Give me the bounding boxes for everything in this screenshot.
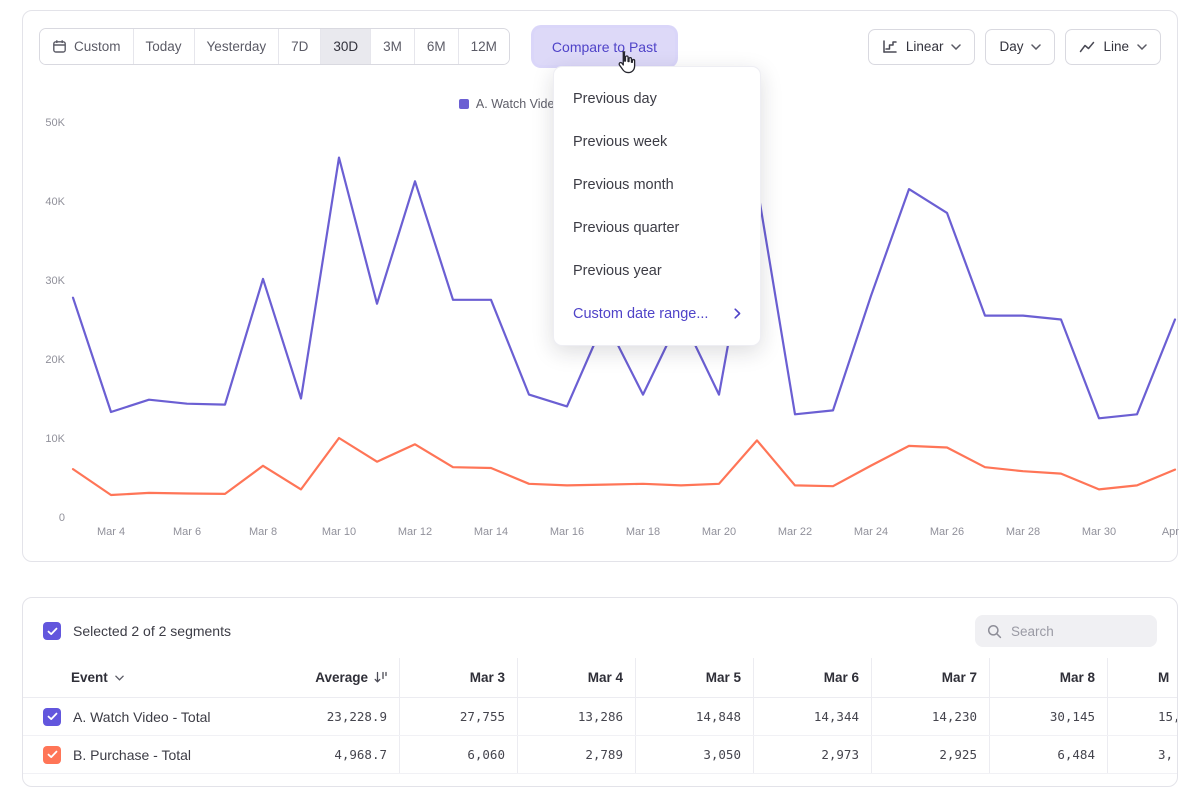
step-chart-icon: [882, 39, 898, 54]
average-value: 4,968.7: [285, 736, 399, 773]
search-input[interactable]: [1011, 624, 1145, 639]
svg-text:Mar 6: Mar 6: [173, 526, 201, 538]
cell-value: 14,848: [635, 698, 753, 735]
chevron-down-icon: [115, 675, 124, 681]
range-12m-button[interactable]: 12M: [458, 29, 509, 64]
view-controls: Linear Day Line: [868, 29, 1161, 65]
svg-text:0: 0: [59, 512, 65, 524]
range-today-button[interactable]: Today: [133, 29, 194, 64]
chart-type-select-button[interactable]: Line: [1065, 29, 1161, 65]
svg-text:Mar 20: Mar 20: [702, 526, 736, 538]
chevron-right-icon: [734, 308, 741, 319]
chevron-down-icon: [951, 44, 961, 50]
search-box[interactable]: [975, 615, 1157, 647]
menu-item-previous-day[interactable]: Previous day: [554, 77, 760, 120]
interval-select-button[interactable]: Day: [985, 29, 1055, 65]
menu-item-previous-year[interactable]: Previous year: [554, 249, 760, 292]
table-row-purchase: B. Purchase - Total 4,968.7 6,060 2,789 …: [23, 736, 1177, 774]
date-column-header: Mar 3: [399, 658, 517, 697]
cell-value: 6,484: [989, 736, 1107, 773]
cell-value: 13,286: [517, 698, 635, 735]
select-all-checkbox[interactable]: [43, 622, 61, 640]
cell-value: 2,973: [753, 736, 871, 773]
range-7d-button[interactable]: 7D: [278, 29, 320, 64]
svg-text:Apr 1: Apr 1: [1162, 526, 1179, 538]
cell-value: 2,925: [871, 736, 989, 773]
cell-value-clipped: 15,: [1107, 698, 1178, 735]
cell-value: 27,755: [399, 698, 517, 735]
cell-value-clipped: 3,: [1107, 736, 1178, 773]
menu-item-previous-week[interactable]: Previous week: [554, 120, 760, 163]
table-row-watch-video: A. Watch Video - Total 23,228.9 27,755 1…: [23, 698, 1177, 736]
range-yesterday-button[interactable]: Yesterday: [194, 29, 279, 64]
chevron-down-icon: [1137, 44, 1147, 50]
range-6m-button[interactable]: 6M: [414, 29, 458, 64]
svg-text:Mar 30: Mar 30: [1082, 526, 1116, 538]
table-header-row: Event Average Mar 3 Mar 4 Mar 5 Mar 6 Ma…: [23, 658, 1177, 698]
date-column-header: Mar 6: [753, 658, 871, 697]
svg-text:Mar 18: Mar 18: [626, 526, 660, 538]
row-checkbox[interactable]: [43, 746, 61, 764]
menu-item-previous-month[interactable]: Previous month: [554, 163, 760, 206]
scale-select-button[interactable]: Linear: [868, 29, 976, 65]
svg-text:Mar 12: Mar 12: [398, 526, 432, 538]
range-30d-button[interactable]: 30D: [320, 29, 370, 64]
menu-item-custom-date-range[interactable]: Custom date range...: [554, 292, 760, 335]
cell-value: 2,789: [517, 736, 635, 773]
search-icon: [987, 624, 1002, 639]
cell-value: 30,145: [989, 698, 1107, 735]
selected-segments-label: Selected 2 of 2 segments: [73, 623, 231, 639]
date-column-header: Mar 4: [517, 658, 635, 697]
svg-text:Mar 16: Mar 16: [550, 526, 584, 538]
date-column-header-clipped: M: [1107, 658, 1178, 697]
date-column-header: Mar 8: [989, 658, 1107, 697]
compare-to-past-menu: Previous day Previous week Previous mont…: [553, 66, 761, 346]
row-checkbox[interactable]: [43, 708, 61, 726]
compare-to-past-button[interactable]: Compare to Past: [534, 28, 675, 65]
segment-label: B. Purchase - Total: [73, 747, 191, 763]
svg-text:50K: 50K: [45, 117, 65, 129]
event-column-header[interactable]: Event: [23, 658, 285, 697]
date-column-header: Mar 5: [635, 658, 753, 697]
svg-text:30K: 30K: [45, 275, 65, 287]
svg-text:10K: 10K: [45, 433, 65, 445]
cell-value: 3,050: [635, 736, 753, 773]
calendar-icon: [52, 39, 67, 54]
svg-text:Mar 10: Mar 10: [322, 526, 356, 538]
svg-text:Mar 4: Mar 4: [97, 526, 125, 538]
range-custom-button[interactable]: Custom: [40, 29, 133, 64]
chevron-down-icon: [1031, 44, 1041, 50]
segment-label: A. Watch Video - Total: [73, 709, 210, 725]
line-chart-icon: [1079, 40, 1095, 54]
svg-text:40K: 40K: [45, 196, 65, 208]
menu-item-previous-quarter[interactable]: Previous quarter: [554, 206, 760, 249]
svg-text:Mar 28: Mar 28: [1006, 526, 1040, 538]
cell-value: 14,344: [753, 698, 871, 735]
date-range-control: Custom Today Yesterday 7D 30D 3M 6M 12M: [39, 28, 510, 65]
svg-text:Mar 26: Mar 26: [930, 526, 964, 538]
sort-descending-icon: [374, 671, 387, 684]
svg-text:20K: 20K: [45, 354, 65, 366]
date-column-header: Mar 7: [871, 658, 989, 697]
average-column-header[interactable]: Average: [285, 658, 399, 697]
svg-text:Mar 24: Mar 24: [854, 526, 888, 538]
segments-card: Selected 2 of 2 segments Event Average M: [22, 597, 1178, 787]
cell-value: 6,060: [399, 736, 517, 773]
range-3m-button[interactable]: 3M: [370, 29, 414, 64]
svg-text:Mar 22: Mar 22: [778, 526, 812, 538]
cell-value: 14,230: [871, 698, 989, 735]
svg-text:Mar 8: Mar 8: [249, 526, 277, 538]
legend-swatch-purple: [459, 99, 469, 109]
segments-header-row: Selected 2 of 2 segments: [23, 598, 1177, 658]
average-value: 23,228.9: [285, 698, 399, 735]
range-label: Custom: [74, 39, 121, 54]
toolbar: Custom Today Yesterday 7D 30D 3M 6M 12M …: [39, 28, 1161, 65]
svg-text:Mar 14: Mar 14: [474, 526, 508, 538]
